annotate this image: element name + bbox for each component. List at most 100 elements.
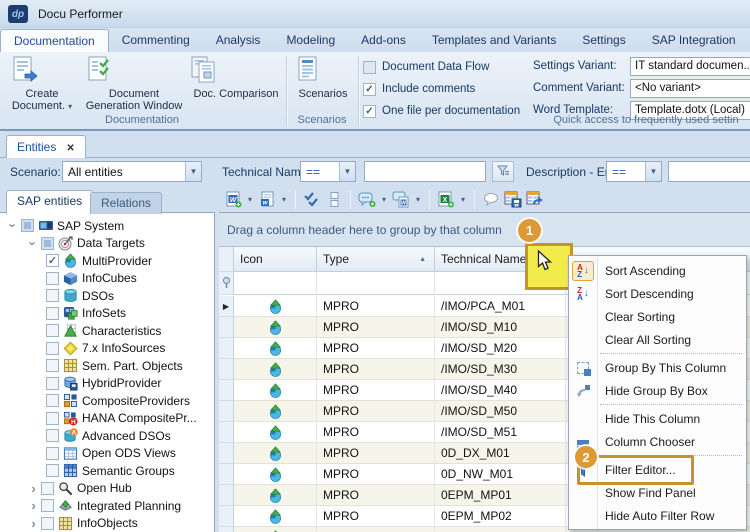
menu-item-hide-auto-filter-row[interactable]: Hide Auto Filter Row	[569, 504, 746, 527]
column-header-icon[interactable]: Icon	[234, 247, 317, 272]
tree-item-hybridprovider[interactable]: HybridProvider	[0, 375, 214, 393]
tree-item-sap-system[interactable]: › SAP System	[0, 217, 214, 235]
checkbox-unchecked[interactable]	[46, 429, 59, 442]
dropdown-arrow-icon[interactable]: ▾	[412, 195, 424, 204]
tab-relations[interactable]: Relations	[90, 192, 162, 214]
checkbox-checked-icon[interactable]: ✓	[363, 83, 376, 96]
checkbox-unchecked[interactable]	[46, 447, 59, 460]
ribbon-tab-add-ons[interactable]: Add-ons	[348, 29, 419, 52]
menu-item-hide-group-by-box[interactable]: Hide Group By Box	[569, 379, 746, 402]
checkbox-unchecked[interactable]	[46, 394, 59, 407]
checkbox-unchecked[interactable]	[46, 307, 59, 320]
technical-name-operator-combo[interactable]: == ▼	[300, 161, 356, 182]
chevron-collapsed-icon[interactable]: ›	[26, 498, 41, 513]
tree-item-semantic-groups[interactable]: Semantic Groups	[0, 462, 214, 480]
scenarios-button[interactable]: Scenarios	[292, 54, 354, 116]
menu-item-column-chooser[interactable]: Column Chooser	[569, 430, 746, 453]
checkbox-unchecked[interactable]	[46, 359, 59, 372]
checkbox-unchecked-icon[interactable]	[363, 61, 376, 74]
save-layout-icon[interactable]	[502, 190, 524, 210]
checkbox-indeterminate[interactable]	[21, 219, 34, 232]
ribbon-tab-commenting[interactable]: Commenting	[109, 29, 203, 52]
dropdown-arrow-icon[interactable]: ▼	[185, 162, 201, 181]
checkbox-one-file-per-documentation[interactable]: ✓ One file per documentation	[363, 103, 523, 119]
description-operator-combo[interactable]: == ▼	[606, 161, 662, 182]
ribbon-tab-analysis[interactable]: Analysis	[203, 29, 274, 52]
chevron-collapsed-icon[interactable]: ›	[26, 481, 41, 496]
dropdown-arrow-icon[interactable]: ▼	[339, 162, 355, 181]
tree-item-characteristics[interactable]: Characteristics	[0, 322, 214, 340]
tree-item-compositeproviders[interactable]: CompositeProviders	[0, 392, 214, 410]
chevron-expanded-icon[interactable]: ›	[6, 218, 21, 233]
word-document-icon[interactable]: w	[256, 190, 278, 210]
menu-item-sort-ascending[interactable]: AZ↓ Sort Ascending	[569, 259, 746, 282]
checkbox-unchecked[interactable]	[46, 272, 59, 285]
checkbox-indeterminate[interactable]	[41, 237, 54, 250]
export-excel-icon[interactable]: X	[435, 190, 457, 210]
ribbon-tab-sap-integration[interactable]: SAP Integration	[639, 29, 749, 52]
filter-cell[interactable]	[234, 272, 317, 295]
dropdown-arrow-icon[interactable]: ▾	[244, 195, 256, 204]
reset-layout-icon[interactable]	[524, 190, 546, 210]
tree-item-sem-part-objects[interactable]: Sem. Part. Objects	[0, 357, 214, 375]
menu-item-hide-this-column[interactable]: Hide This Column	[569, 407, 746, 430]
tree-item-hana-compositeproviders[interactable]: H HANA CompositePr...	[0, 410, 214, 428]
tree-item-integrated-planning[interactable]: › Integrated Planning	[0, 497, 214, 515]
column-header-type[interactable]: Type▲	[317, 247, 435, 272]
checkbox-unchecked[interactable]	[46, 377, 59, 390]
checkbox-unchecked[interactable]	[46, 464, 59, 477]
comment-variant-combo[interactable]: <No variant>	[630, 79, 750, 98]
dropdown-arrow-icon[interactable]: ▾	[278, 195, 290, 204]
check-all-icon[interactable]	[301, 190, 323, 210]
settings-variant-combo[interactable]: IT standard documen...	[630, 57, 750, 76]
menu-item-clear-sorting[interactable]: Clear Sorting	[569, 305, 746, 328]
menu-item-group-by-this-column[interactable]: Group By This Column	[569, 356, 746, 379]
tree-item-open-ods-views[interactable]: Open ODS Views	[0, 445, 214, 463]
tree-item-infocubes[interactable]: InfoCubes	[0, 270, 214, 288]
filter-cell[interactable]	[317, 272, 435, 295]
tree-item-7x-infosources[interactable]: 7.x InfoSources	[0, 340, 214, 358]
checkbox-unchecked[interactable]	[41, 499, 54, 512]
dropdown-arrow-icon[interactable]: ▾	[457, 195, 469, 204]
add-comment-icon[interactable]	[356, 190, 378, 210]
tree-item-infosets[interactable]: InfoSets	[0, 305, 214, 323]
checkbox-include-comments[interactable]: ✓ Include comments	[363, 81, 523, 97]
doc-comparison-button[interactable]: Doc. Comparison	[188, 54, 284, 116]
technical-name-filter-input[interactable]	[364, 161, 486, 182]
ribbon-tab-modeling[interactable]: Modeling	[273, 29, 348, 52]
tab-entities[interactable]: Entities✕	[6, 135, 86, 158]
menu-item-clear-all-sorting[interactable]: Clear All Sorting	[569, 328, 746, 351]
group-by-panel[interactable]: Drag a column header here to group by th…	[219, 213, 750, 247]
checkbox-unchecked[interactable]	[46, 324, 59, 337]
menu-item-sort-descending[interactable]: ZA↓ Sort Descending	[569, 282, 746, 305]
checkbox-unchecked[interactable]	[46, 412, 59, 425]
uncheck-all-icon[interactable]	[323, 190, 345, 210]
export-word-icon[interactable]: W	[222, 190, 244, 210]
checkbox-unchecked[interactable]	[41, 517, 54, 530]
filter-button[interactable]	[492, 161, 514, 182]
comment-bubble-icon[interactable]	[480, 190, 502, 210]
dropdown-arrow-icon[interactable]: ▾	[378, 195, 390, 204]
chevron-collapsed-icon[interactable]: ›	[26, 516, 41, 531]
ribbon-tab-templates-and-variants[interactable]: Templates and Variants	[419, 29, 570, 52]
ribbon-tab-documentation[interactable]: Documentation	[0, 29, 109, 52]
chevron-expanded-icon[interactable]: ›	[26, 236, 41, 251]
create-document-button[interactable]: Create Document. ▾	[8, 54, 76, 116]
checkbox-unchecked[interactable]	[46, 342, 59, 355]
ribbon-tab-settings[interactable]: Settings	[569, 29, 638, 52]
checkbox-unchecked[interactable]	[41, 482, 54, 495]
checkbox-checked[interactable]	[46, 254, 59, 267]
tree-item-dsos[interactable]: DSOs	[0, 287, 214, 305]
dropdown-arrow-icon[interactable]: ▼	[645, 162, 661, 181]
tab-sap-entities[interactable]: SAP entities	[6, 190, 93, 214]
tree-item-advanced-dsos[interactable]: A Advanced DSOs	[0, 427, 214, 445]
comments-to-word-icon[interactable]: W	[390, 190, 412, 210]
tree-item-open-hub[interactable]: › Open Hub	[0, 480, 214, 498]
tree-item-infoobjects[interactable]: › InfoObjects	[0, 515, 214, 532]
document-generation-window-button[interactable]: Document Generation Window	[82, 54, 186, 116]
tree-item-data-targets[interactable]: › Data Targets	[0, 235, 214, 253]
tree-item-multiprovider[interactable]: MultiProvider	[0, 252, 214, 270]
checkbox-checked-icon[interactable]: ✓	[363, 105, 376, 118]
scenario-combo[interactable]: All entities ▼	[62, 161, 202, 182]
close-icon[interactable]: ✕	[66, 143, 74, 154]
